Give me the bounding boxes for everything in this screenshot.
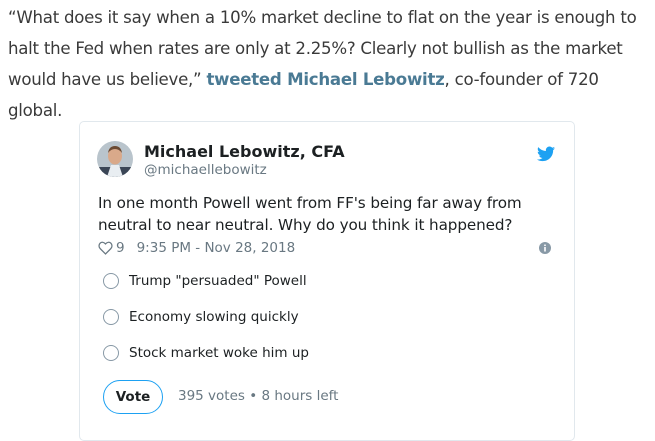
author-handle[interactable]: @michaellebowitz [144, 162, 267, 178]
info-icon[interactable] [539, 242, 551, 254]
heart-icon[interactable] [98, 241, 113, 255]
author-name[interactable]: Michael Lebowitz, CFA [144, 142, 345, 161]
poll-option-label: Trump "persuaded" Powell [129, 273, 307, 289]
twitter-bird-icon[interactable] [537, 146, 555, 162]
article-paragraph: “What does it say when a 10% market decl… [8, 2, 648, 126]
tweet-author-link[interactable]: tweeted Michael Lebowitz [206, 70, 444, 89]
poll-option-label: Economy slowing quickly [129, 309, 299, 325]
embedded-tweet[interactable]: Michael Lebowitz, CFA @michaellebowitz I… [79, 121, 575, 441]
radio-button[interactable] [103, 273, 119, 289]
poll-option-1[interactable]: Trump "persuaded" Powell [103, 273, 307, 289]
radio-button[interactable] [103, 345, 119, 361]
tweet-text: In one month Powell went from FF's being… [98, 194, 522, 234]
like-count: 9 [116, 240, 125, 256]
poll-status: 395 votes • 8 hours left [178, 388, 339, 404]
tweet-timestamp[interactable]: 9:35 PM - Nov 28, 2018 [137, 240, 296, 256]
poll-option-2[interactable]: Economy slowing quickly [103, 309, 299, 325]
tweet-meta: 9 9:35 PM - Nov 28, 2018 [98, 240, 295, 256]
avatar[interactable] [97, 141, 133, 177]
poll-option-3[interactable]: Stock market woke him up [103, 345, 309, 361]
vote-button[interactable]: Vote [103, 380, 163, 414]
radio-button[interactable] [103, 309, 119, 325]
poll-option-label: Stock market woke him up [129, 345, 309, 361]
